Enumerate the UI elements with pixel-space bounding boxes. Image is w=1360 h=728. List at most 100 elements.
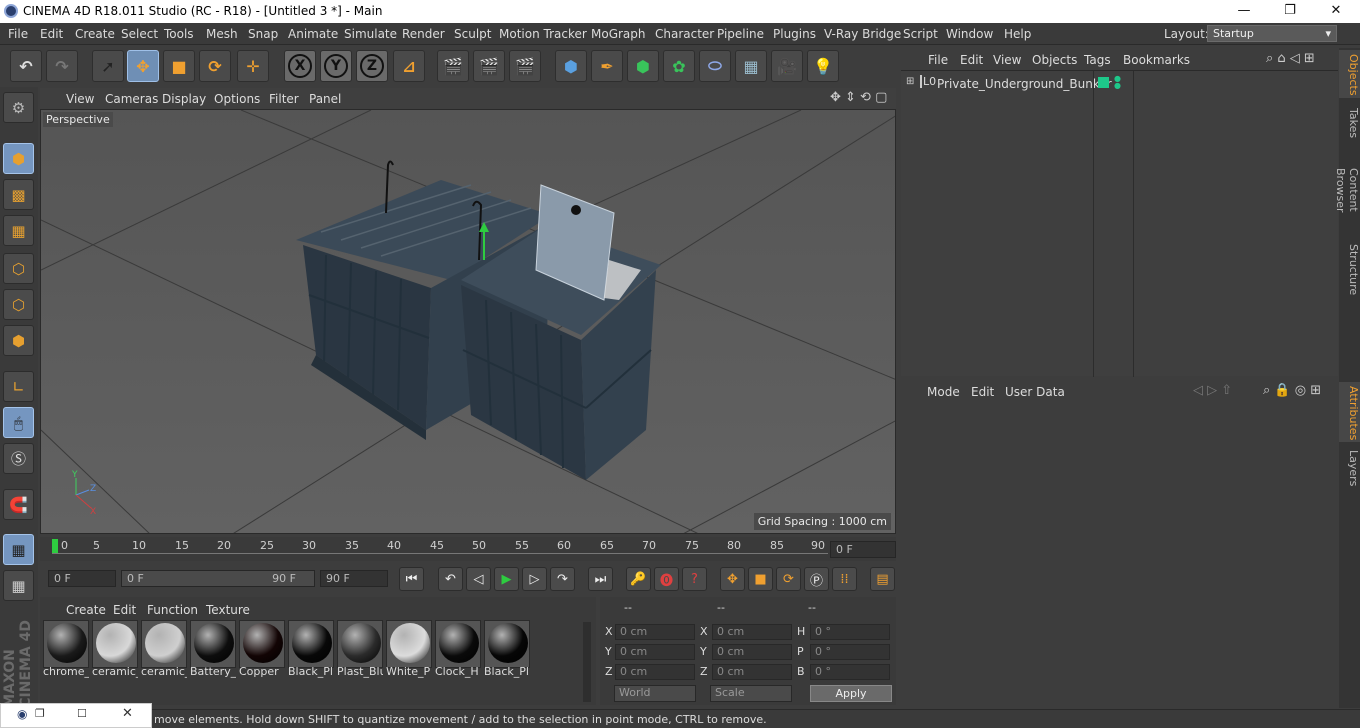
rotation-p-field[interactable]: 0 ° xyxy=(810,644,890,660)
size-y-field[interactable]: 0 cm xyxy=(712,644,792,660)
viewport-navigation-icons[interactable]: ✥ ⇕ ⟲ ▢ xyxy=(830,90,887,105)
key-parameter-button[interactable]: Ⓟ xyxy=(804,567,829,591)
minimized-window-thumbnail[interactable]: ◉ ❐ ☐ ✕ xyxy=(0,703,152,728)
make-editable-button[interactable]: ⚙ xyxy=(3,92,34,123)
material-menu-create[interactable]: Create xyxy=(66,603,106,617)
recent-tool-button[interactable]: ✛ xyxy=(237,50,269,82)
close-icon[interactable]: ✕ xyxy=(122,706,133,721)
close-button[interactable]: ✕ xyxy=(1313,0,1359,23)
object-row-private-underground-bunker[interactable]: ⊞ L0 Private_Underground_Bunker ● ● xyxy=(901,73,1337,93)
live-selection-button[interactable]: ➚ xyxy=(92,50,124,82)
move-tool-button[interactable]: ✥ xyxy=(127,50,159,82)
viewport-menu-filter[interactable]: Filter xyxy=(269,92,299,106)
attribute-menu-edit[interactable]: Edit xyxy=(971,385,994,399)
material-menu-texture[interactable]: Texture xyxy=(206,603,250,617)
deformer-button[interactable]: ⬭ xyxy=(699,50,731,82)
render-view-button[interactable]: 🎬 xyxy=(437,50,469,82)
timeline-window-button[interactable]: ▤ xyxy=(870,567,895,591)
menu-animate[interactable]: Animate xyxy=(288,27,338,41)
spline-pen-button[interactable]: ✒ xyxy=(591,50,623,82)
material-swatch[interactable] xyxy=(43,620,89,668)
coordinate-system-button[interactable]: ⊿ xyxy=(393,50,425,82)
menu-file[interactable]: File xyxy=(8,27,28,41)
current-frame-field[interactable]: 0 F xyxy=(830,541,896,558)
rotation-b-field[interactable]: 0 ° xyxy=(810,664,890,680)
rotation-h-field[interactable]: 0 ° xyxy=(810,624,890,640)
layout-select[interactable]: Startup ▾ xyxy=(1207,25,1337,42)
material-swatch[interactable] xyxy=(288,620,334,668)
cloner-button[interactable]: ✿ xyxy=(663,50,695,82)
workplane-mode-button[interactable]: ▦ xyxy=(3,215,34,246)
coordinate-space-select[interactable]: World xyxy=(614,685,696,702)
menu-window[interactable]: Window xyxy=(946,27,993,41)
material-swatch[interactable] xyxy=(435,620,481,668)
menu-render[interactable]: Render xyxy=(402,27,445,41)
object-menu-bookmarks[interactable]: Bookmarks xyxy=(1123,53,1190,67)
light-button[interactable]: 💡 xyxy=(807,50,839,82)
object-menu-tags[interactable]: Tags xyxy=(1084,53,1111,67)
z-axis-lock-button[interactable]: Z xyxy=(356,50,388,82)
attribute-nav-arrows-icon[interactable]: ◁ ▷ ⇧ xyxy=(1193,383,1232,398)
next-frame-button[interactable]: ▷ xyxy=(522,567,547,591)
rotate-tool-button[interactable]: ⟳ xyxy=(199,50,231,82)
position-y-field[interactable]: 0 cm xyxy=(615,644,695,660)
attribute-manager-icons[interactable]: ⌕ 🔒 ◎ ⊞ xyxy=(1263,383,1321,398)
attribute-menu-mode[interactable]: Mode xyxy=(927,385,960,399)
polygons-mode-button[interactable]: ⬢ xyxy=(3,325,34,356)
camera-button[interactable]: 🎥 xyxy=(771,50,803,82)
viewport-menu-display[interactable]: Display xyxy=(162,92,206,106)
attribute-menu-user-data[interactable]: User Data xyxy=(1005,385,1065,399)
keyframe-selection-button[interactable]: ? xyxy=(682,567,707,591)
scale-tool-button[interactable]: ■ xyxy=(163,50,195,82)
menu-select[interactable]: Select xyxy=(121,27,158,41)
menu-motion-tracker[interactable]: Motion Tracker xyxy=(499,27,587,41)
menu-script[interactable]: Script xyxy=(903,27,938,41)
cube-primitive-button[interactable]: ⬢ xyxy=(555,50,587,82)
material-menu-function[interactable]: Function xyxy=(147,603,198,617)
axis-mode-button[interactable]: ∟ xyxy=(3,371,34,402)
menu-edit[interactable]: Edit xyxy=(40,27,63,41)
position-z-field[interactable]: 0 cm xyxy=(615,664,695,680)
viewport-menu-view[interactable]: View xyxy=(66,92,94,106)
snap-button[interactable]: 🧲 xyxy=(3,489,34,520)
menu-pipeline[interactable]: Pipeline xyxy=(717,27,764,41)
subdivision-surface-button[interactable]: ⬢ xyxy=(627,50,659,82)
next-key-button[interactable]: ↷ xyxy=(550,567,575,591)
coordinate-mode-select[interactable]: Scale xyxy=(710,685,792,702)
material-scrollbar[interactable] xyxy=(583,622,591,702)
play-button[interactable]: ▶ xyxy=(494,567,519,591)
key-scale-button[interactable]: ■ xyxy=(748,567,773,591)
object-manager-nav-icons[interactable]: ⌕ ⌂ ◁ ⊞ xyxy=(1266,51,1315,66)
3d-viewport[interactable]: Y Z X Perspective Grid Spacing : 1000 cm xyxy=(40,109,896,534)
key-point-level-button[interactable]: ⁞⁞ xyxy=(832,567,857,591)
tab-attributes[interactable]: Attributes xyxy=(1339,382,1360,442)
timeline-ruler[interactable]: 0 5 10 15 20 25 30 35 40 45 50 55 60 65 … xyxy=(40,537,896,561)
floor-button[interactable]: ▦ xyxy=(735,50,767,82)
texture-mode-button[interactable]: ▩ xyxy=(3,179,34,210)
model-mode-button[interactable]: ⬢ xyxy=(3,143,34,174)
expand-toggle-icon[interactable]: ⊞ xyxy=(906,76,914,87)
object-menu-file[interactable]: File xyxy=(928,53,948,67)
tab-objects[interactable]: Objects xyxy=(1339,50,1360,98)
workplane-lock-button[interactable]: ▦ xyxy=(3,534,34,565)
tab-content-browser[interactable]: Content Browser xyxy=(1334,146,1360,234)
menu-plugins[interactable]: Plugins xyxy=(773,27,816,41)
material-swatch[interactable] xyxy=(239,620,285,668)
playhead[interactable] xyxy=(52,539,58,553)
maximize-icon[interactable]: ☐ xyxy=(77,707,87,720)
edit-render-settings-button[interactable]: 🎬 xyxy=(509,50,541,82)
redo-button[interactable]: ↷ xyxy=(46,50,78,82)
x-axis-lock-button[interactable]: X xyxy=(284,50,316,82)
material-swatch[interactable] xyxy=(190,620,236,668)
undo-button[interactable]: ↶ xyxy=(10,50,42,82)
maximize-button[interactable]: ❐ xyxy=(1267,0,1313,23)
end-frame-field[interactable]: 90 F xyxy=(320,570,388,587)
menu-mograph[interactable]: MoGraph xyxy=(591,27,646,41)
autokeying-button[interactable]: ⓿ xyxy=(654,567,679,591)
viewport-menu-cameras[interactable]: Cameras xyxy=(105,92,158,106)
position-x-field[interactable]: 0 cm xyxy=(615,624,695,640)
visibility-dots-icon[interactable]: ● ● xyxy=(1114,75,1121,90)
y-axis-lock-button[interactable]: Y xyxy=(320,50,352,82)
material-swatch[interactable] xyxy=(484,620,530,668)
material-swatch[interactable] xyxy=(92,620,138,668)
